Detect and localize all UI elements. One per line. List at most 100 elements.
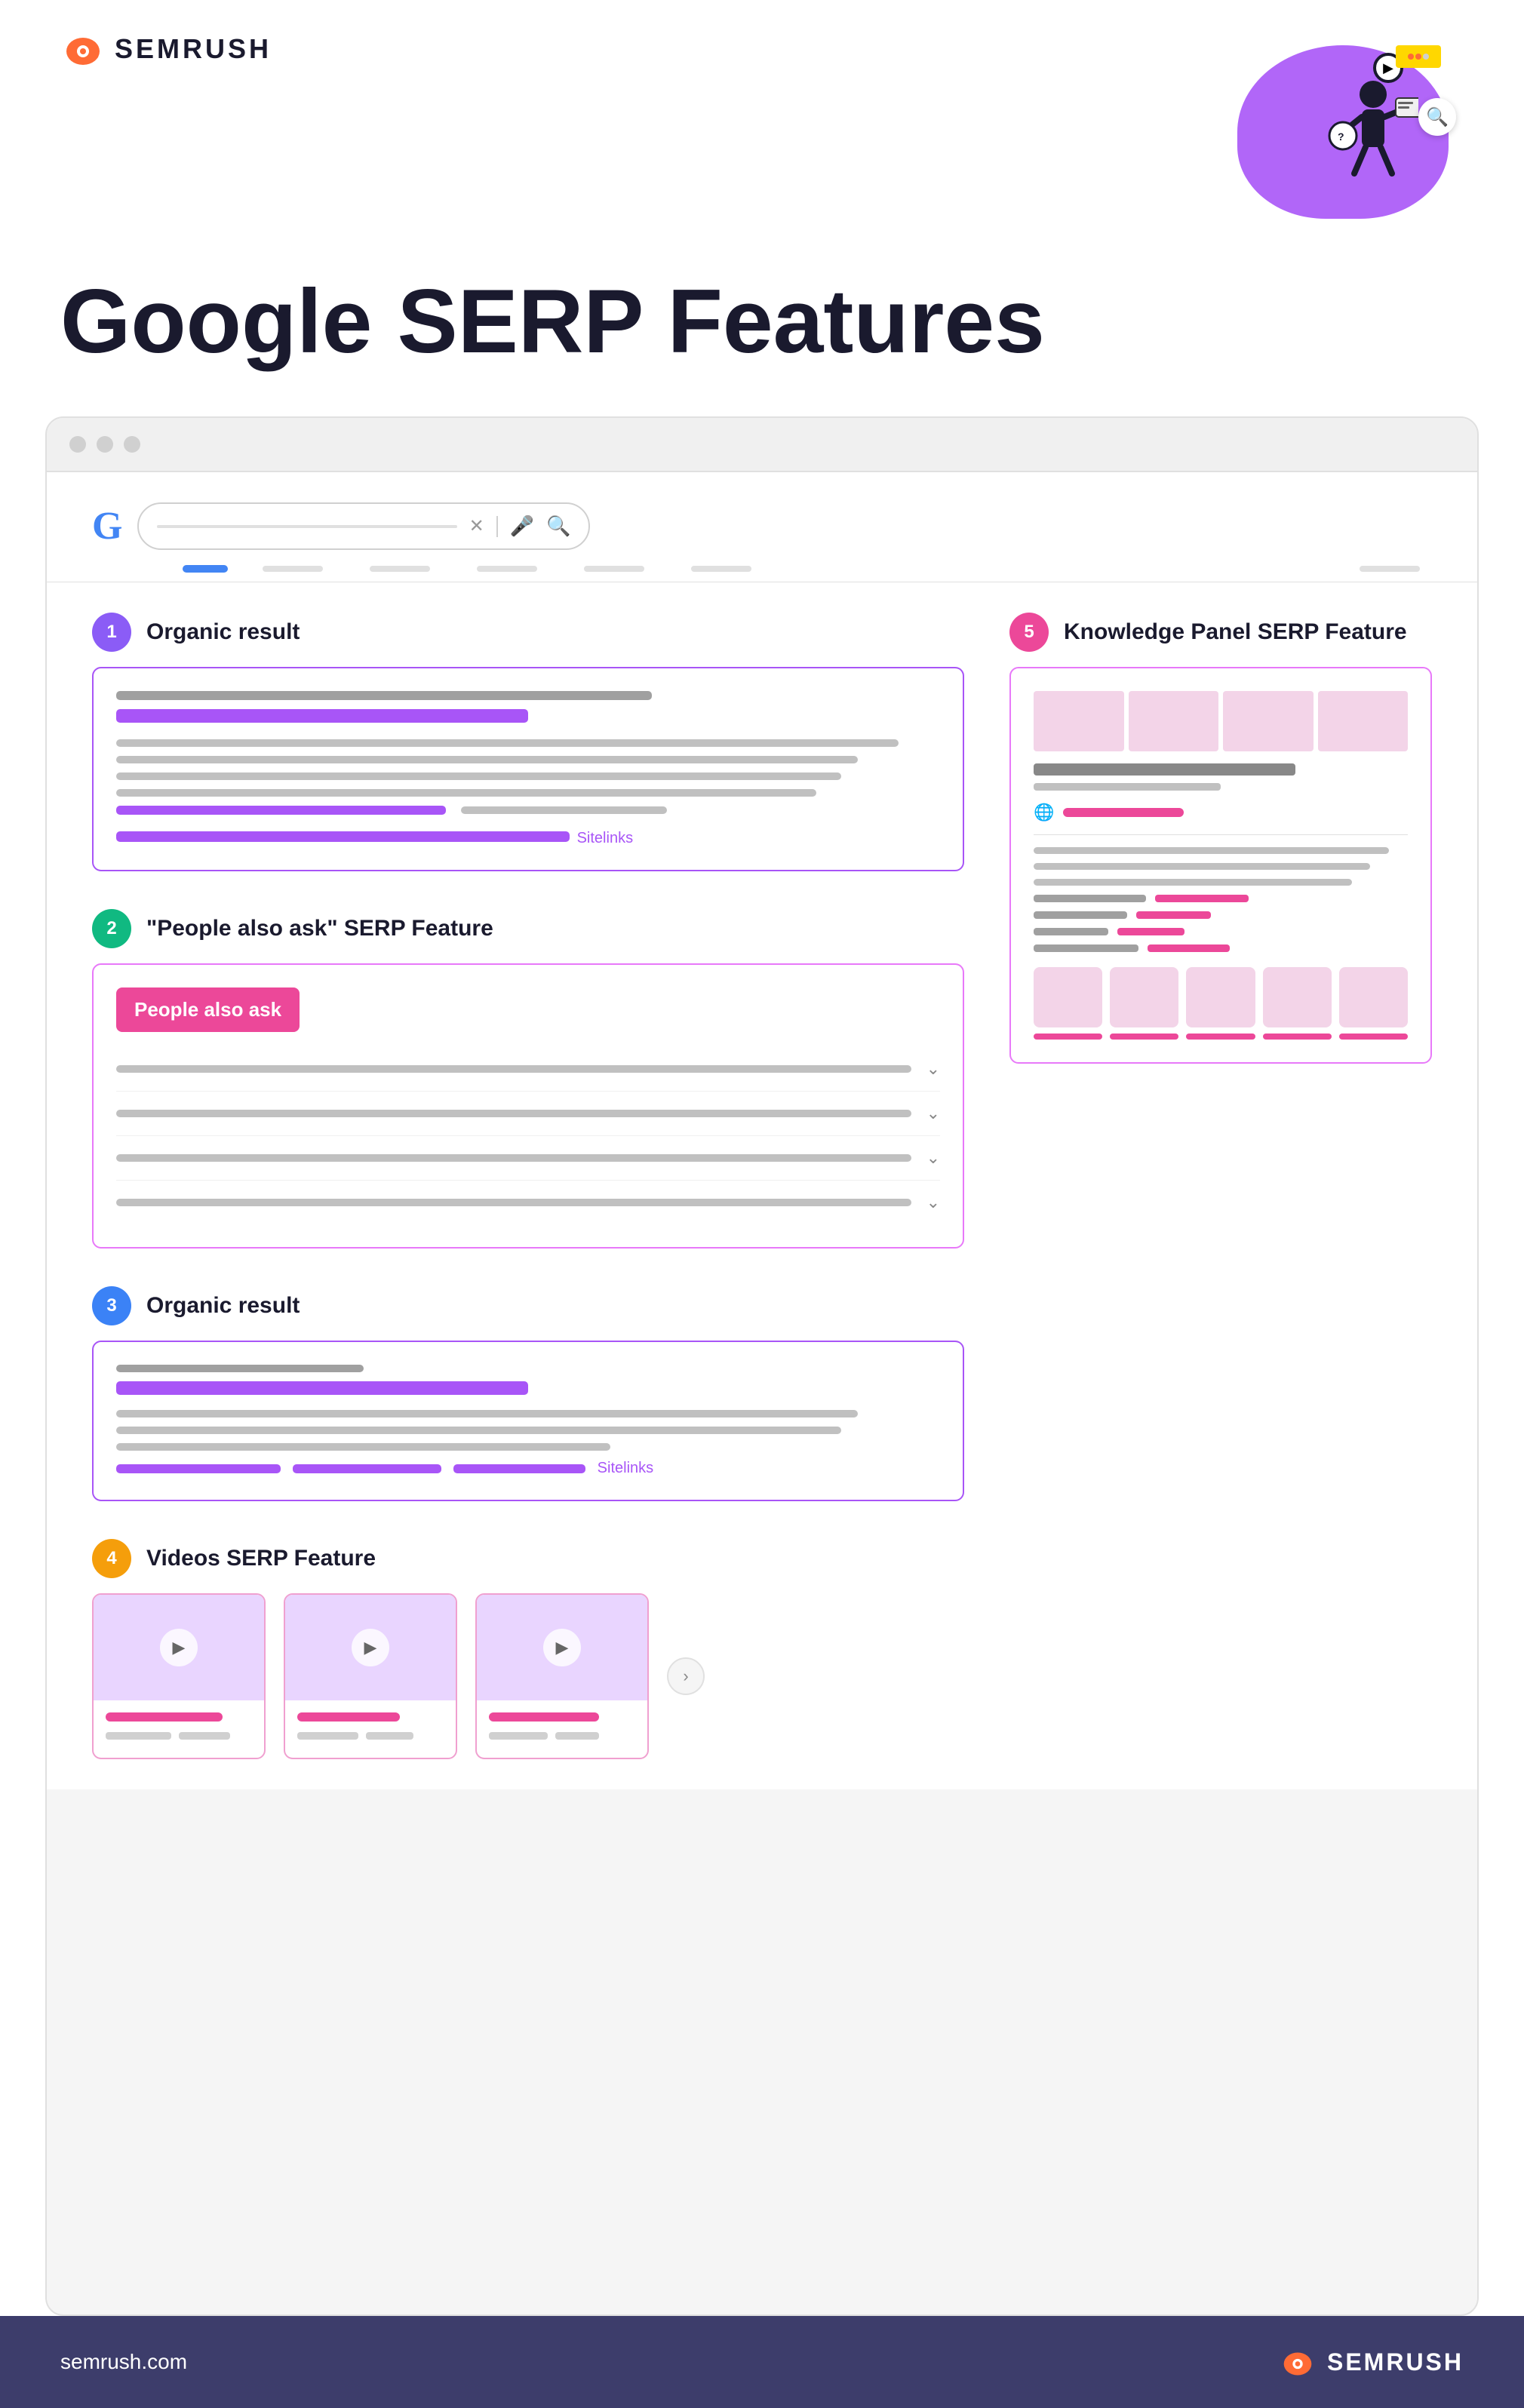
play-button-2[interactable]: ▶: [352, 1629, 389, 1666]
section-title-2: "People also ask" SERP Feature: [146, 916, 493, 941]
kp-image-3: [1223, 691, 1314, 751]
video-thumbnail-2: ▶: [285, 1595, 456, 1700]
kp-image-2: [1129, 691, 1219, 751]
kp-related-grid: [1034, 967, 1408, 1040]
kp-fact-value-4: [1148, 944, 1230, 952]
paa-label: People also ask: [116, 987, 300, 1032]
microphone-icon[interactable]: 🎤: [510, 514, 534, 538]
kp-text-3: [1034, 879, 1352, 886]
organic-desc-1: [116, 739, 899, 747]
paa-question-4: [116, 1199, 911, 1206]
organic2-title: [116, 1381, 528, 1395]
search-bar[interactable]: ✕ 🎤 🔍: [137, 502, 590, 550]
section-title-3: Organic result: [146, 1293, 300, 1319]
organic-desc-4: [116, 789, 816, 797]
section-label-1: 1 Organic result: [92, 613, 964, 652]
videos-container: ▶ ▶: [92, 1593, 964, 1759]
nav-tab-1[interactable]: [263, 566, 323, 572]
section-number-2: 2: [92, 909, 131, 948]
nav-tab-right[interactable]: [1360, 566, 1420, 572]
serp-right-column: 5 Knowledge Panel SERP Feature 🌐: [1009, 613, 1432, 1759]
kp-related-1: [1034, 967, 1102, 1040]
search-divider: [496, 516, 498, 537]
organic-desc-5: [116, 806, 446, 815]
kp-related-image-2[interactable]: [1110, 967, 1178, 1027]
clear-icon[interactable]: ✕: [469, 515, 484, 537]
kp-related-image-4[interactable]: [1263, 967, 1332, 1027]
nav-tab-2[interactable]: [370, 566, 430, 572]
nav-tab-5[interactable]: [691, 566, 751, 572]
kp-related-label-5: [1339, 1034, 1408, 1040]
chevron-down-icon-2[interactable]: ⌄: [926, 1104, 940, 1123]
nav-tab-active[interactable]: [183, 565, 228, 573]
kp-related-5: [1339, 967, 1408, 1040]
kp-related-4: [1263, 967, 1332, 1040]
organic-result-card-1: Sitelinks: [92, 667, 964, 871]
video-thumbnail-1: ▶: [94, 1595, 264, 1700]
organic2-url: [116, 1365, 364, 1372]
nav-tab-3[interactable]: [477, 566, 537, 572]
video-card-3[interactable]: ▶: [475, 1593, 649, 1759]
section-videos: 4 Videos SERP Feature ▶: [92, 1539, 964, 1759]
search-submit-icon[interactable]: 🔍: [546, 514, 570, 538]
paa-question-1: [116, 1065, 911, 1073]
kp-fact-value-3: [1117, 928, 1184, 935]
section-organic-1: 1 Organic result: [92, 613, 964, 871]
video-card-1[interactable]: ▶: [92, 1593, 266, 1759]
paa-row-1[interactable]: ⌄: [116, 1047, 940, 1092]
organic-desc-2: [116, 756, 858, 763]
sitelinks-bar: [116, 831, 570, 842]
video-meta-1a: [106, 1732, 171, 1740]
organic-desc-3: [116, 772, 841, 780]
kp-related-label-3: [1186, 1034, 1255, 1040]
section-title-1: Organic result: [146, 619, 300, 645]
sitelink2-1: [116, 1464, 281, 1473]
semrush-logo-icon: [60, 30, 106, 68]
kp-fact-label-4: [1034, 944, 1138, 952]
play-button-1[interactable]: ▶: [160, 1629, 198, 1666]
kp-image-1: [1034, 691, 1124, 751]
footer: semrush.com SEMRUSH: [0, 2316, 1524, 2408]
footer-logo-text: SEMRUSH: [1327, 2348, 1464, 2376]
section-organic-2: 3 Organic result Sitelinks: [92, 1286, 964, 1501]
organic-url-line: [116, 691, 652, 700]
video-title-1: [106, 1712, 223, 1722]
organic-desc-6: [461, 806, 667, 814]
chevron-down-icon-1[interactable]: ⌄: [926, 1059, 940, 1079]
organic2-desc-3: [116, 1443, 610, 1451]
serp-left-column: 1 Organic result: [92, 613, 964, 1759]
video-thumbnail-3: ▶: [477, 1595, 647, 1700]
paa-question-3: [116, 1154, 911, 1162]
knowledge-panel-card: 🌐: [1009, 667, 1432, 1064]
nav-tab-4[interactable]: [584, 566, 644, 572]
browser-window: G ✕ 🎤 🔍: [45, 416, 1479, 2316]
kp-website-link: [1063, 808, 1184, 817]
video-next-arrow[interactable]: ›: [667, 1657, 705, 1695]
paa-row-4[interactable]: ⌄: [116, 1181, 940, 1224]
kp-related-image-5[interactable]: [1339, 967, 1408, 1027]
google-search-area: G ✕ 🎤 🔍: [47, 472, 1477, 582]
section-number-4: 4: [92, 1539, 131, 1578]
video-card-2[interactable]: ▶: [284, 1593, 457, 1759]
paa-row-2[interactable]: ⌄: [116, 1092, 940, 1136]
sitelinks-label-1: Sitelinks: [577, 830, 633, 847]
kp-fact-value-2: [1136, 911, 1211, 919]
chevron-down-icon-3[interactable]: ⌄: [926, 1148, 940, 1168]
paa-row-3[interactable]: ⌄: [116, 1136, 940, 1181]
kp-related-image-3[interactable]: [1186, 967, 1255, 1027]
kp-related-image-1[interactable]: [1034, 967, 1102, 1027]
kp-subtitle: [1034, 783, 1221, 791]
chevron-down-icon-4[interactable]: ⌄: [926, 1193, 940, 1212]
google-logo: G: [92, 507, 122, 546]
browser-dot-yellow: [97, 436, 113, 453]
kp-related-3: [1186, 967, 1255, 1040]
browser-chrome-bar: [47, 418, 1477, 472]
sitelinks-label-2: Sitelinks: [598, 1460, 653, 1477]
play-button-3[interactable]: ▶: [543, 1629, 581, 1666]
footer-logo-icon: [1279, 2346, 1317, 2378]
kp-text-1: [1034, 847, 1389, 854]
video-meta-1b: [179, 1732, 230, 1740]
sitelink2-2: [293, 1464, 441, 1473]
search-nav-tabs: [92, 565, 1432, 573]
kp-title: [1034, 763, 1295, 776]
